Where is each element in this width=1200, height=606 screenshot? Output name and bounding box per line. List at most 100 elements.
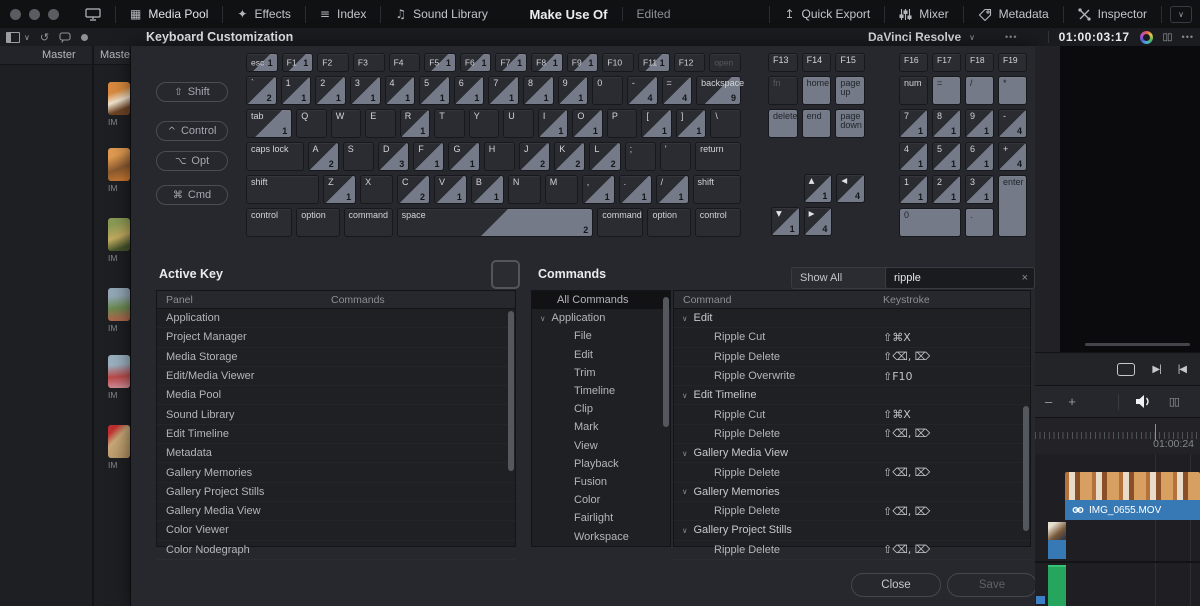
key-9[interactable]: 91 — [558, 76, 589, 105]
key-[[interactable]: [1 — [641, 109, 672, 138]
key-page up[interactable]: page up — [835, 76, 865, 105]
modifier-cmd-button[interactable]: ⌘Cmd — [156, 185, 228, 205]
active-key-row[interactable]: Color Nodegraph — [157, 541, 515, 560]
key-M[interactable]: M — [545, 175, 578, 204]
dual-screen-icon[interactable]: ▯▯ — [1163, 32, 1172, 43]
command-group-row[interactable]: ∨Edit — [674, 309, 1030, 328]
command-row[interactable]: Ripple Delete⇧⌫, ⌦ — [674, 425, 1030, 444]
media-pool-tab[interactable]: ▦ Media Pool — [116, 0, 222, 28]
audio-clip[interactable] — [1048, 565, 1066, 606]
save-button[interactable]: Save — [947, 573, 1037, 597]
key-tab[interactable]: tab1 — [246, 109, 292, 138]
key-1[interactable]: 11 — [281, 76, 312, 105]
key-F1[interactable]: F11 — [282, 53, 314, 72]
active-key-row[interactable]: Color Viewer — [157, 521, 515, 540]
key-space[interactable]: space2 — [397, 208, 594, 237]
active-key-row[interactable]: Sound Library — [157, 405, 515, 424]
key-Q[interactable]: Q — [296, 109, 327, 138]
close-window-button[interactable] — [10, 9, 21, 20]
key-F9[interactable]: F91 — [567, 53, 599, 72]
key-+[interactable]: +4 — [998, 142, 1027, 171]
tree-item-all-commands[interactable]: All Commands — [532, 291, 670, 309]
minimize-window-button[interactable] — [29, 9, 40, 20]
panel-column-header[interactable]: Panel — [157, 294, 331, 306]
key-F12[interactable]: F12 — [674, 53, 706, 72]
key-L[interactable]: L2 — [589, 142, 620, 171]
key-home[interactable]: home — [802, 76, 832, 105]
key-C[interactable]: C2 — [397, 175, 430, 204]
video-clip-small[interactable] — [1048, 522, 1066, 559]
keystroke-column-header[interactable]: Keystroke — [883, 294, 930, 306]
key-F11[interactable]: F111 — [638, 53, 670, 72]
key-enter[interactable]: enter — [998, 175, 1027, 237]
modifier-control-button[interactable]: ^Control — [156, 121, 228, 141]
key--[interactable]: -4 — [627, 76, 658, 105]
clear-search-icon[interactable]: × — [1022, 272, 1028, 284]
tree-item-application[interactable]: ∨Application — [532, 309, 670, 327]
key-E[interactable]: E — [365, 109, 396, 138]
active-key-row[interactable]: Metadata — [157, 444, 515, 463]
key-N[interactable]: N — [508, 175, 541, 204]
key-delete[interactable]: delete — [768, 109, 798, 138]
key-7[interactable]: 71 — [488, 76, 519, 105]
key-fn[interactable]: fn — [768, 76, 798, 105]
zoom-window-button[interactable] — [48, 9, 59, 20]
key-R[interactable]: R1 — [400, 109, 431, 138]
key-4[interactable]: 41 — [899, 142, 928, 171]
key-T[interactable]: T — [434, 109, 465, 138]
active-key-scrollbar[interactable] — [508, 311, 514, 471]
next-frame-icon[interactable]: ▶| — [1152, 364, 1160, 375]
commands-tree-scrollbar[interactable] — [663, 297, 669, 427]
key-/[interactable]: / — [965, 76, 994, 105]
key-0[interactable]: 0 — [899, 208, 961, 237]
key-option[interactable]: option — [647, 208, 690, 237]
clip-thumbnail[interactable] — [108, 355, 130, 388]
key-X[interactable]: X — [360, 175, 393, 204]
key-F16[interactable]: F16 — [899, 53, 928, 72]
key-backspace[interactable]: backspace9 — [696, 76, 741, 105]
index-tab[interactable]: ≡ Index — [306, 0, 380, 28]
track-options-icon[interactable]: ▯▯ — [1169, 395, 1179, 408]
close-button[interactable]: Close — [851, 573, 941, 597]
clip-thumbnail[interactable] — [108, 148, 130, 181]
key-F4[interactable]: F4 — [389, 53, 421, 72]
audio-monitor-icon[interactable] — [1135, 394, 1153, 409]
key-=[interactable]: = — [932, 76, 961, 105]
collapse-toolbar-button[interactable]: ∨ — [1170, 6, 1192, 23]
key-][interactable]: ]1 — [676, 109, 707, 138]
key-end[interactable]: end — [802, 109, 832, 138]
tree-item-clip[interactable]: Clip — [532, 400, 670, 418]
key-F14[interactable]: F14 — [802, 53, 832, 72]
inspector-tab[interactable]: Inspector — [1064, 0, 1161, 28]
key-▲[interactable]: ▲1 — [804, 174, 833, 203]
key--[interactable]: -4 — [998, 109, 1027, 138]
key-1[interactable]: 11 — [899, 175, 928, 204]
active-key-row[interactable]: Project Manager — [157, 328, 515, 347]
key-S[interactable]: S — [343, 142, 374, 171]
key-;[interactable]: ; — [625, 142, 656, 171]
tree-item-color[interactable]: Color — [532, 491, 670, 509]
key-*[interactable]: * — [998, 76, 1027, 105]
key-control[interactable]: control — [246, 208, 292, 237]
key-▶[interactable]: ▶4 — [804, 207, 833, 236]
key-J[interactable]: J2 — [519, 142, 550, 171]
key-H[interactable]: H — [484, 142, 515, 171]
key-num[interactable]: num — [899, 76, 928, 105]
modifier-shift-button[interactable]: ⇧Shift — [156, 82, 228, 102]
clip-thumbnail[interactable] — [108, 425, 130, 458]
key-F5[interactable]: F51 — [424, 53, 456, 72]
key-F10[interactable]: F10 — [602, 53, 634, 72]
keyboard-preset-select[interactable]: DaVinci Resolve — [868, 30, 961, 44]
key-F3[interactable]: F3 — [353, 53, 385, 72]
fit-to-window-icon[interactable] — [1117, 363, 1135, 376]
tree-item-file[interactable]: File — [532, 327, 670, 345]
zoom-in-button[interactable]: + — [1068, 394, 1076, 409]
active-key-row[interactable]: Gallery Memories — [157, 463, 515, 482]
key-2[interactable]: 21 — [315, 76, 346, 105]
zoom-out-button[interactable]: – — [1045, 394, 1052, 409]
tree-item-fairlight[interactable]: Fairlight — [532, 509, 670, 527]
key-U[interactable]: U — [503, 109, 534, 138]
key-▼[interactable]: ▼1 — [771, 207, 800, 236]
flag-icon[interactable] — [59, 32, 71, 43]
first-frame-icon[interactable]: |◀ — [1178, 364, 1186, 375]
